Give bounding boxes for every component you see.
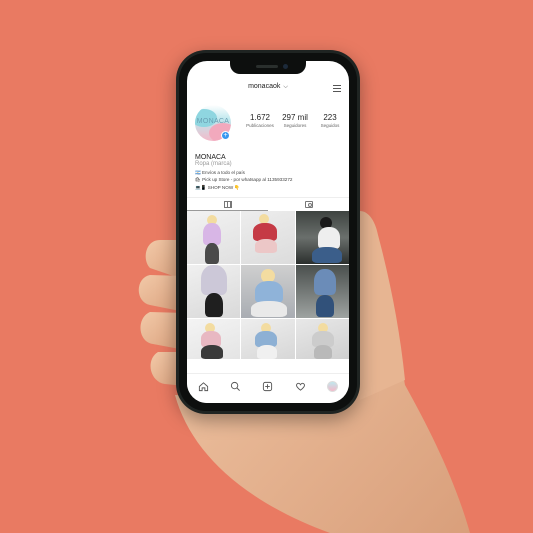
bio-line-shop: 💻📱 SHOP NOW 👇 xyxy=(195,184,241,190)
bio-line-pickup[interactable]: 🛍 Pick up Store - por whatsapp al 113593… xyxy=(195,176,345,183)
profile-tabs xyxy=(187,197,349,211)
stat-posts-value: 1.672 xyxy=(249,113,271,122)
post-thumbnail[interactable] xyxy=(296,319,349,359)
profile-stats: 1.672 Publicaciones 297 mil Seguidores 2… xyxy=(243,113,347,128)
add-story-icon[interactable]: + xyxy=(221,131,230,140)
post-thumbnail[interactable] xyxy=(187,319,240,359)
phone-notch xyxy=(230,61,306,74)
post-thumbnail[interactable] xyxy=(296,265,349,318)
photo-grid xyxy=(187,211,349,359)
post-thumbnail[interactable] xyxy=(187,265,240,318)
hamburger-menu-icon[interactable] xyxy=(333,85,341,92)
profile-bio: MONACA Ropa (marca) 🇦🇷 Envíos a todo el … xyxy=(195,154,345,191)
post-thumbnail[interactable] xyxy=(241,319,295,359)
stat-posts-label: Publicaciones xyxy=(246,123,274,128)
profile-header: monacaok ⌵ xyxy=(187,83,349,99)
post-thumbnail[interactable] xyxy=(241,211,295,264)
stat-following[interactable]: 223 Seguidos xyxy=(313,113,347,128)
phone-screen: monacaok ⌵ MONACA + 1.672 Publicaciones 2… xyxy=(187,61,349,403)
profile-avatar-icon[interactable] xyxy=(327,381,339,393)
search-icon[interactable] xyxy=(230,381,242,393)
profile-summary: MONACA + 1.672 Publicaciones 297 mil Seg… xyxy=(195,105,345,145)
heart-icon[interactable] xyxy=(294,381,306,393)
bottom-navigation xyxy=(187,373,349,403)
username-switcher[interactable]: monacaok ⌵ xyxy=(187,83,349,91)
phone-device: monacaok ⌵ MONACA + 1.672 Publicaciones 2… xyxy=(176,50,360,414)
tab-tagged[interactable] xyxy=(268,198,349,211)
add-post-icon[interactable] xyxy=(262,381,274,393)
tab-grid[interactable] xyxy=(187,198,268,211)
stat-following-label: Seguidos xyxy=(320,123,340,128)
bio-line-shipping: 🇦🇷 Envíos a todo el país xyxy=(195,169,245,175)
profile-name: MONACA xyxy=(195,154,226,161)
speaker-grille xyxy=(256,65,278,68)
chevron-down-icon: ⌵ xyxy=(283,84,288,90)
profile-category: Ropa (marca) xyxy=(195,161,232,168)
front-camera xyxy=(283,64,288,69)
tagged-icon xyxy=(304,201,313,208)
post-thumbnail[interactable] xyxy=(241,265,295,318)
stat-following-value: 223 xyxy=(323,113,337,122)
grid-icon xyxy=(223,200,232,208)
stat-followers-value: 297 mil xyxy=(282,113,308,122)
post-thumbnail[interactable] xyxy=(296,211,349,264)
stat-posts[interactable]: 1.672 Publicaciones xyxy=(243,113,277,128)
username-text: monacaok xyxy=(248,83,281,90)
home-icon[interactable] xyxy=(197,381,209,393)
stat-followers[interactable]: 297 mil Seguidores xyxy=(278,113,312,128)
avatar-logo-text: MONACA xyxy=(196,118,230,125)
post-thumbnail[interactable] xyxy=(187,211,240,264)
stat-followers-label: Seguidores xyxy=(283,123,307,128)
